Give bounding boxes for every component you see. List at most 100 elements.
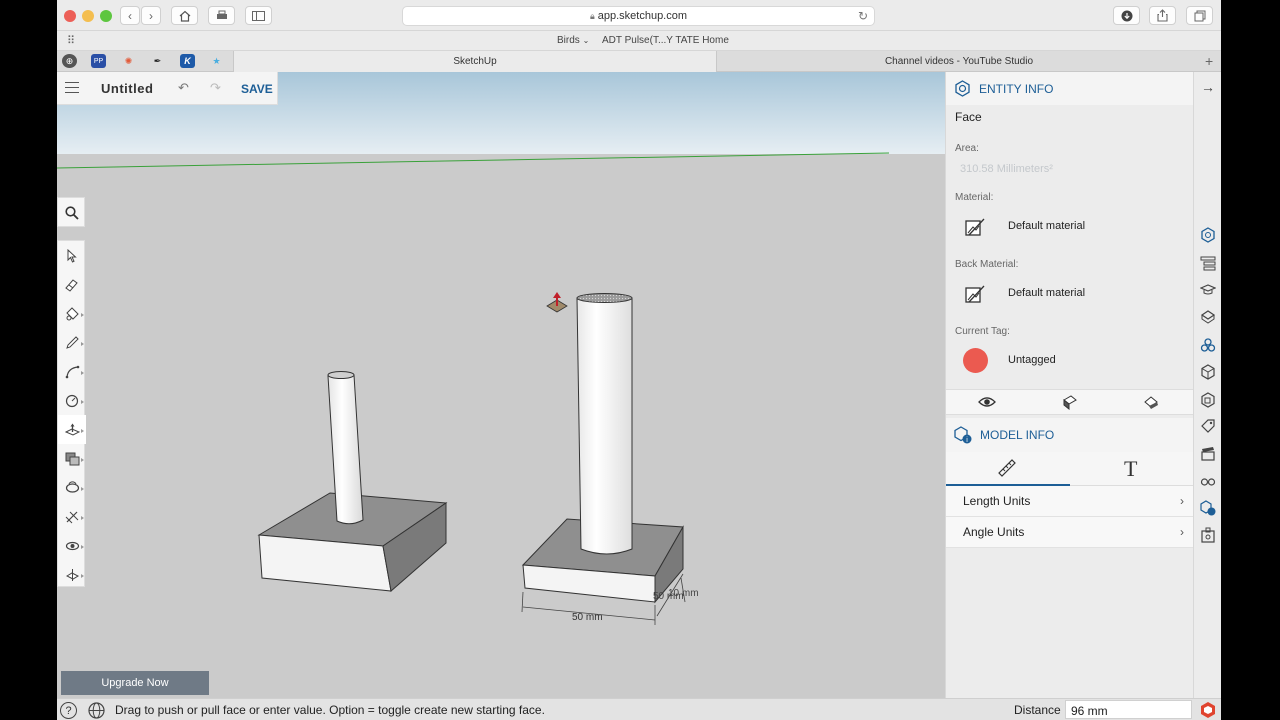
- new-tab-button[interactable]: +: [1205, 53, 1213, 69]
- apps-grid-icon[interactable]: ⠿: [67, 34, 75, 47]
- sketchup-logo-icon[interactable]: [1199, 701, 1217, 719]
- extensions-tab[interactable]: [1198, 525, 1218, 545]
- model-info-tab[interactable]: [1198, 498, 1218, 518]
- tabs-icon: [1194, 10, 1205, 21]
- arrow-right-icon: →: [1201, 79, 1215, 95]
- tape-measure-tool[interactable]: [58, 502, 86, 531]
- back-button[interactable]: ‹: [120, 6, 140, 25]
- model-info-header[interactable]: i MODEL INFO: [946, 418, 1194, 452]
- outliner-icon: [1200, 256, 1216, 271]
- home-button[interactable]: [171, 6, 198, 25]
- hamburger-menu-icon[interactable]: [65, 82, 79, 93]
- pinned-tab-2[interactable]: PP: [91, 54, 106, 68]
- entity-info-tab[interactable]: [1198, 225, 1218, 245]
- pinned-tab-3[interactable]: ✺: [121, 54, 136, 68]
- chevron-right-icon: ›: [1180, 525, 1184, 539]
- favorite-adt[interactable]: ADT Pulse(T...Y TATE Home: [602, 35, 729, 46]
- tab-text[interactable]: T: [1070, 452, 1194, 486]
- tag-color-dot[interactable]: [963, 348, 988, 373]
- outliner-tab[interactable]: [1198, 253, 1218, 273]
- favorite-label: Birds: [557, 35, 580, 46]
- model-info-icon: i: [954, 426, 972, 444]
- materials-tab[interactable]: [1198, 307, 1218, 327]
- address-bar[interactable]: 🔒︎ app.sketchup.com ↻: [402, 6, 875, 26]
- submenu-indicator: [81, 313, 84, 317]
- styles-tab[interactable]: [1198, 362, 1218, 382]
- reload-icon[interactable]: ↻: [858, 9, 868, 23]
- share-button[interactable]: [1149, 6, 1176, 25]
- views-tab[interactable]: [1198, 390, 1218, 410]
- close-window-button[interactable]: [64, 10, 76, 22]
- search-tool[interactable]: [58, 198, 86, 227]
- display-tab[interactable]: [1198, 471, 1218, 491]
- forward-button[interactable]: ›: [141, 6, 161, 25]
- length-units-label: Length Units: [963, 494, 1031, 508]
- paint-tool[interactable]: [58, 299, 86, 328]
- print-button[interactable]: [208, 6, 235, 25]
- model-viewport[interactable]: 50 mm 50 mm 10 mm: [57, 72, 945, 698]
- save-button[interactable]: SAVE: [241, 82, 273, 96]
- upgrade-now-button[interactable]: Upgrade Now: [61, 671, 209, 695]
- tab-sketchup[interactable]: SketchUp: [233, 51, 717, 72]
- components-tab[interactable]: [1198, 335, 1218, 355]
- cast-shadows-icon[interactable]: [1143, 394, 1159, 410]
- distance-input[interactable]: 96 mm: [1065, 700, 1192, 719]
- star-icon: ★: [212, 55, 221, 66]
- submenu-indicator: [81, 371, 84, 375]
- offset-icon: [65, 452, 79, 465]
- document-title[interactable]: Untitled: [101, 81, 153, 96]
- scenes-tab[interactable]: [1198, 444, 1218, 464]
- back-material-value[interactable]: Default material: [1008, 287, 1085, 299]
- undo-icon[interactable]: ↶: [178, 80, 189, 96]
- material-value[interactable]: Default material: [1008, 220, 1085, 232]
- length-units-row[interactable]: Length Units ›: [946, 486, 1194, 517]
- instructor-tab[interactable]: [1198, 280, 1218, 300]
- eye-icon[interactable]: [978, 395, 996, 409]
- pinned-tab-5[interactable]: K: [180, 54, 195, 68]
- tab-overview-button[interactable]: [1186, 6, 1213, 25]
- pen-icon: ✒: [153, 55, 162, 66]
- tab-units[interactable]: [946, 452, 1070, 486]
- circle-icon: [65, 394, 79, 407]
- globe-icon[interactable]: [88, 702, 105, 719]
- pinned-tab-1[interactable]: ⊕: [62, 54, 77, 68]
- tag-icon: [1201, 419, 1215, 433]
- zoom-window-button[interactable]: [100, 10, 112, 22]
- tab-youtube-studio[interactable]: Channel videos - YouTube Studio: [717, 51, 1201, 72]
- download-icon: [1121, 10, 1132, 21]
- tags-tab[interactable]: [1198, 416, 1218, 436]
- walk-tool[interactable]: [58, 531, 86, 560]
- select-tool[interactable]: [58, 241, 86, 270]
- redo-icon[interactable]: ↷: [210, 80, 221, 96]
- tag-value[interactable]: Untagged: [1008, 354, 1056, 366]
- collapse-panel-button[interactable]: →: [1198, 77, 1218, 97]
- entity-info-header[interactable]: ENTITY INFO: [946, 72, 1194, 105]
- site-icon: K: [184, 56, 191, 66]
- angle-units-row[interactable]: Angle Units ›: [946, 517, 1194, 548]
- right-cylinder[interactable]: [576, 293, 633, 555]
- section-tool[interactable]: [58, 560, 86, 589]
- circle-tool[interactable]: [58, 386, 86, 415]
- dimension-width-label: 50 mm: [572, 612, 603, 623]
- pinned-tab-4[interactable]: ✒: [150, 54, 165, 68]
- arc-tool[interactable]: [58, 357, 86, 386]
- offset-tool[interactable]: [58, 444, 86, 473]
- help-icon[interactable]: ?: [60, 702, 77, 719]
- back-material-swatch-icon[interactable]: [965, 284, 985, 304]
- entity-info-icon: [1201, 227, 1215, 243]
- lifebuoy-icon: ✺: [124, 55, 133, 66]
- orbit-icon: [65, 480, 79, 493]
- orbit-tool[interactable]: [58, 473, 86, 502]
- material-swatch-icon[interactable]: [965, 217, 985, 237]
- downloads-button[interactable]: [1113, 6, 1140, 25]
- eraser-tool[interactable]: [58, 270, 86, 299]
- receive-shadows-icon[interactable]: [1062, 394, 1078, 410]
- submenu-indicator: [81, 545, 84, 549]
- share-icon: [1157, 9, 1168, 22]
- pencil-tool[interactable]: [58, 328, 86, 357]
- minimize-window-button[interactable]: [82, 10, 94, 22]
- pinned-tab-6[interactable]: ★: [209, 54, 224, 68]
- sidebar-button[interactable]: [245, 6, 272, 25]
- favorite-birds[interactable]: Birds ⌄: [557, 35, 589, 46]
- push-pull-tool[interactable]: [58, 415, 86, 444]
